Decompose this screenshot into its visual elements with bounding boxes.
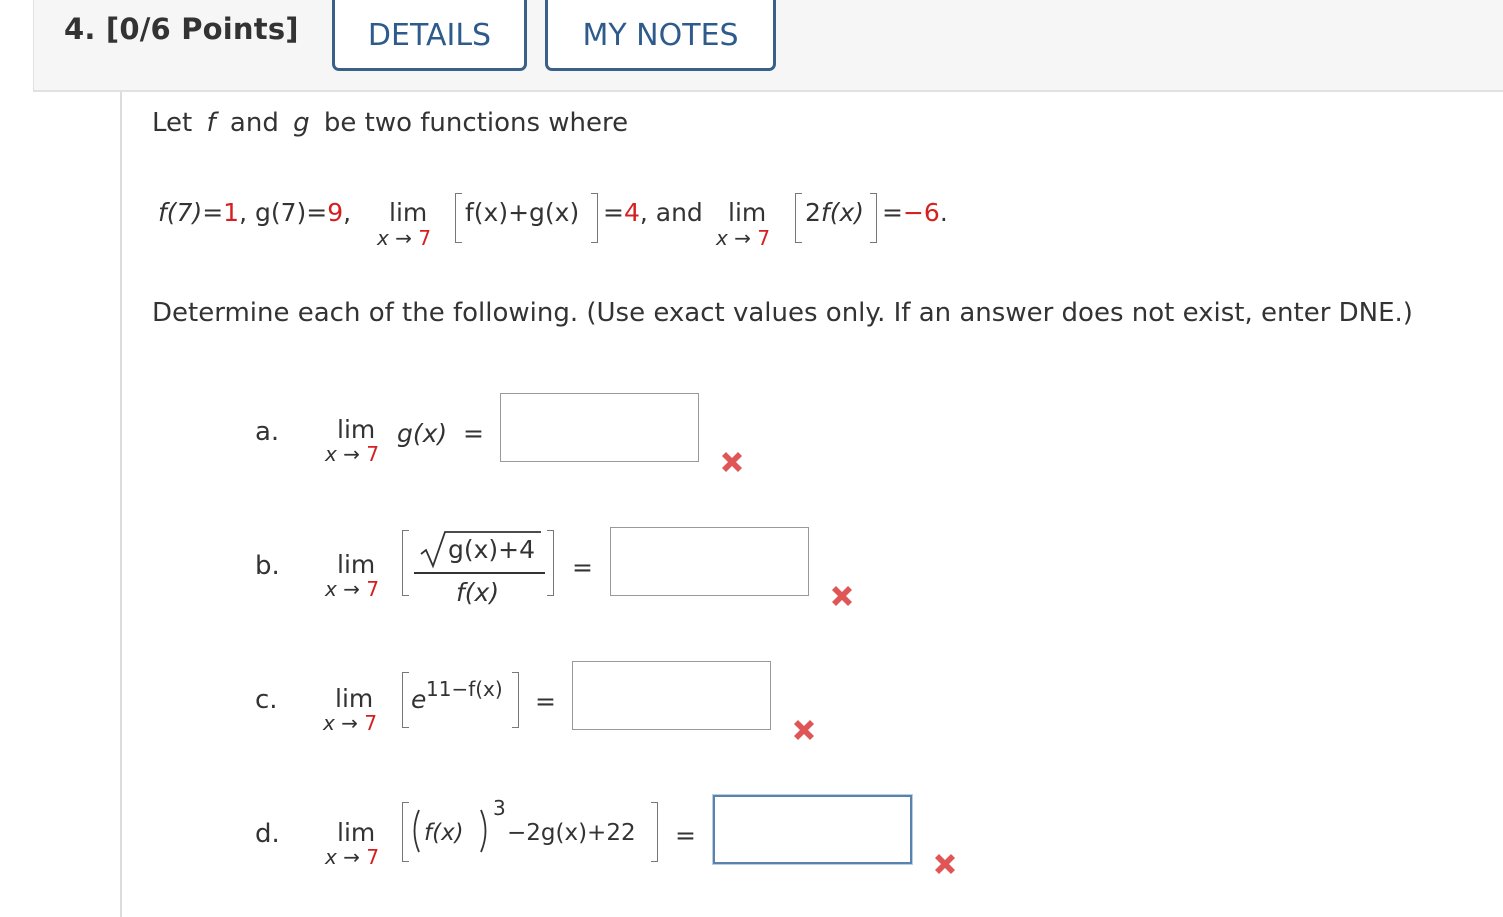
part-b-denominator: f(x) (456, 578, 500, 607)
part-b-label: b. (255, 551, 280, 581)
part-d-left-bracket (402, 802, 409, 862)
part-a-eq: = (463, 419, 484, 448)
part-b-sub-arrow: → (343, 577, 360, 601)
lim2-left-bracket (795, 193, 802, 243)
part-b-right-bracket (547, 530, 554, 596)
lim1-eq: = (603, 198, 624, 227)
g7-value: 9 (327, 198, 344, 227)
lim1-expression: f(x)+g(x) (465, 198, 580, 227)
g7-end: , (343, 198, 352, 227)
part-c-lim: lim (335, 684, 374, 713)
part-c-eq: = (535, 687, 556, 716)
part-d-lim: lim (337, 818, 376, 847)
lim2-result: =−6. (882, 198, 948, 227)
part-d-subscript: x → 7 (325, 845, 379, 869)
f7-value: 1 (223, 198, 240, 227)
lim1-result: =4, and (603, 198, 703, 227)
part-b-lim: lim (337, 550, 376, 579)
part-b-sub-val: 7 (366, 577, 380, 601)
lim2-value: −6 (902, 198, 940, 227)
given-f7: f(7)=1, g(7)=9, (158, 198, 351, 227)
problem-intro: Let f and g be two functions where (152, 108, 628, 138)
lim2-eq: = (882, 198, 903, 227)
my-notes-button[interactable]: MY NOTES (545, 0, 776, 71)
var-g: g (293, 108, 310, 138)
instructions: Determine each of the following. (Use ex… (152, 298, 1413, 328)
part-a-subscript: x → 7 (325, 442, 379, 466)
part-d-answer-input[interactable] (713, 795, 912, 864)
lim1-sub-arrow: → (395, 226, 412, 250)
content-divider (120, 92, 122, 917)
intro-and: and (229, 108, 279, 138)
part-d-right-bracket (651, 802, 658, 862)
part-d-sub-arrow: → (343, 845, 360, 869)
lim2-subscript: x → 7 (716, 226, 770, 250)
part-c-base: e (411, 685, 427, 714)
x-mark-icon (722, 452, 742, 472)
lim2-end: . (939, 198, 948, 227)
part-b-eq: = (572, 553, 593, 582)
part-c-exponent: 11−f(x) (426, 677, 503, 701)
lim2-word: lim (728, 198, 767, 227)
intro-prefix: Let (152, 108, 193, 138)
part-a-sub-x: x (325, 442, 337, 466)
x-mark-icon (832, 586, 852, 606)
var-f: f (206, 108, 216, 138)
lim2-sub-x: x (716, 226, 728, 250)
lim1-subscript: x → 7 (377, 226, 431, 250)
part-d-power: 3 (493, 796, 506, 820)
part-a-sub-val: 7 (366, 442, 380, 466)
part-c-sub-x: x (323, 711, 335, 735)
lim1-sub-x: x (377, 226, 389, 250)
part-d-eq: = (675, 821, 696, 850)
x-mark-icon (794, 720, 814, 740)
lim1-right-bracket (591, 193, 598, 243)
part-c-label: c. (255, 685, 278, 715)
part-a-expr: g(x) (397, 419, 448, 448)
lim2-coef: 2 (805, 198, 821, 227)
part-a-sub-arrow: → (343, 442, 360, 466)
lim1-sub-val: 7 (418, 226, 432, 250)
intro-suffix: be two functions where (323, 108, 629, 138)
part-d-left-paren (413, 809, 420, 853)
part-d-inner: f(x) (424, 820, 464, 846)
part-a-lim: lim (337, 415, 376, 444)
part-b-left-bracket (402, 530, 409, 596)
part-b-subscript: x → 7 (325, 577, 379, 601)
lim2-fn: f(x) (820, 198, 865, 227)
lim1-value: 4 (623, 198, 640, 227)
question-label: 4. [0/6 Points] (64, 12, 299, 46)
lim1-left-bracket (455, 193, 462, 243)
part-c-right-bracket (512, 672, 519, 728)
part-d-right-paren (480, 809, 487, 853)
part-b-fraction-bar (414, 572, 545, 574)
lim1-word: lim (389, 198, 428, 227)
lim2-sub-val: 7 (757, 226, 771, 250)
part-b-answer-input[interactable] (610, 527, 809, 596)
g7-lhs: , g(7)= (239, 198, 328, 227)
lim2-right-bracket (870, 193, 877, 243)
part-c-answer-input[interactable] (572, 661, 771, 730)
part-b-sub-x: x (325, 577, 337, 601)
part-a-answer-input[interactable] (500, 393, 699, 462)
details-button[interactable]: DETAILS (332, 0, 527, 71)
part-d-rest: −2g(x)+22 (507, 820, 636, 846)
part-c-sub-arrow: → (341, 711, 358, 735)
x-mark-icon (935, 854, 955, 874)
and-text: , and (639, 198, 703, 227)
part-d-sub-val: 7 (366, 845, 380, 869)
part-c-left-bracket (402, 672, 409, 728)
part-d-sub-x: x (325, 845, 337, 869)
part-c-subscript: x → 7 (323, 711, 377, 735)
part-c-sub-val: 7 (364, 711, 378, 735)
lim2-expression: 2f(x) (805, 198, 864, 227)
f7-lhs: f(7)= (158, 198, 224, 227)
part-d-label: d. (255, 819, 280, 849)
part-a-label: a. (255, 417, 280, 447)
part-b-numerator: g(x)+4 (448, 535, 536, 564)
lim2-sub-arrow: → (734, 226, 751, 250)
